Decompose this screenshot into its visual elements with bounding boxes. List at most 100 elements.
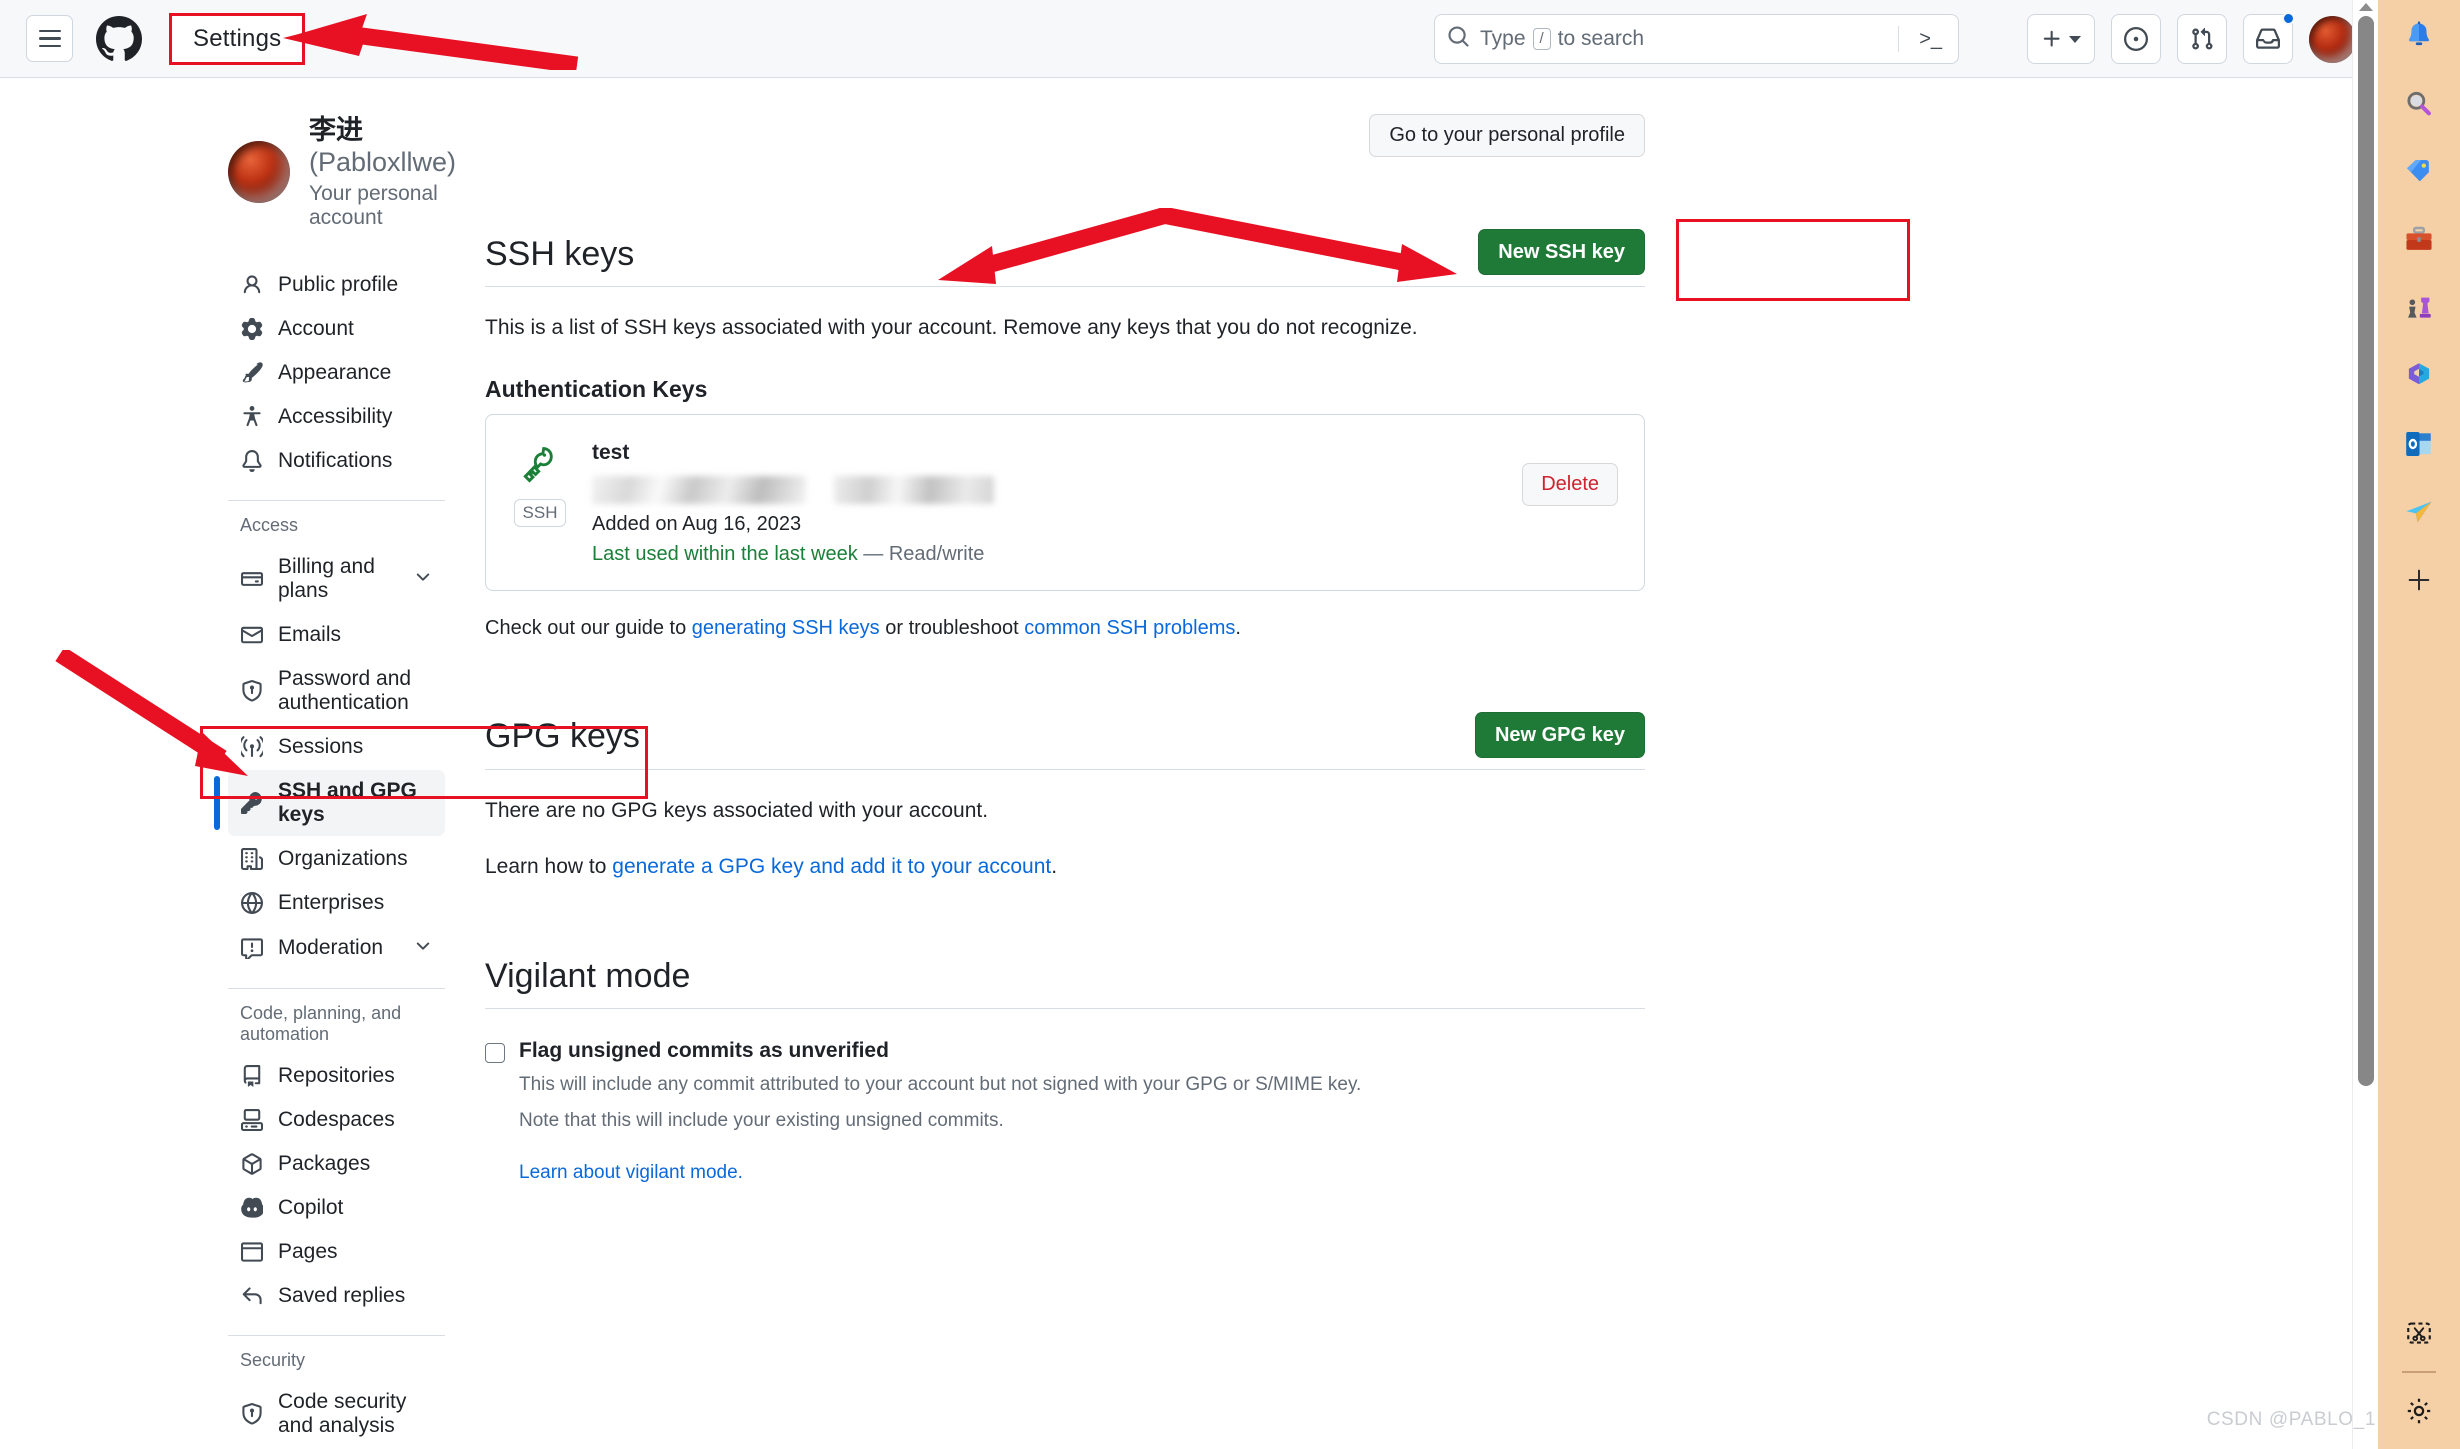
sidebar-item-label: Copilot [278, 1195, 344, 1219]
avatar[interactable] [2309, 15, 2356, 63]
issues-button[interactable] [2111, 14, 2161, 64]
delete-ssh-key-button[interactable]: Delete [1522, 462, 1618, 506]
pull-requests-button[interactable] [2177, 14, 2227, 64]
gpg-empty-text: There are no GPG keys associated with yo… [485, 798, 989, 822]
sidebar-item-codespaces[interactable]: Codespaces [228, 1099, 445, 1141]
key-icon [519, 443, 561, 490]
ssh-guide-line: Check out our guide to generating SSH ke… [485, 616, 1241, 639]
issues-icon [2124, 27, 2148, 51]
sidebar-item-ssh-and-gpg-keys[interactable]: SSH and GPG keys [214, 769, 445, 836]
sidebar-divider [228, 1334, 445, 1336]
bell-icon[interactable] [2397, 14, 2441, 58]
sidebar-item-notifications[interactable]: Notifications [228, 440, 445, 482]
sidebar-item-label: Organizations [278, 846, 408, 870]
profile-subtitle: Your personal account [309, 181, 438, 229]
gear-icon [240, 317, 264, 340]
sidebar-item-label: Password and authentication [278, 666, 412, 714]
profile-handle: (Pabloxllwe) [309, 147, 457, 178]
settings-gear-icon[interactable] [2397, 1389, 2441, 1433]
ssh-key-details: test Added on Aug 16, 2023 Last used wit… [592, 439, 1498, 566]
sidebar-item-code-security-and-analysis[interactable]: Code security and analysis [228, 1381, 445, 1447]
sidebar-group-access: Access [240, 514, 299, 535]
sidebar-item-pages[interactable]: Pages [228, 1231, 445, 1273]
search-input[interactable]: Type / to search >_ [1434, 14, 1959, 64]
chess-icon[interactable] [2397, 286, 2441, 330]
scrollbar-thumb[interactable] [2358, 16, 2374, 1086]
learn-about-vigilant-mode-link[interactable]: Learn about vigilant mode. [519, 1162, 743, 1183]
tag-icon[interactable] [2397, 150, 2441, 194]
sidebar-item-repositories[interactable]: Repositories [228, 1055, 445, 1097]
redacted-block [592, 475, 806, 504]
chevron-down-icon[interactable] [413, 566, 433, 592]
plus-icon [2043, 30, 2060, 47]
globe-icon [240, 891, 264, 914]
search-icon[interactable] [2397, 82, 2441, 126]
hamburger-menu-icon[interactable] [26, 15, 73, 62]
ssh-keys-title: SSH keys [485, 234, 635, 273]
sidebar-security-nav: Code security and analysis [228, 1381, 445, 1447]
flag-unsigned-commits-checkbox[interactable] [485, 1043, 505, 1063]
sidebar-item-label: Moderation [278, 935, 384, 959]
office-icon[interactable] [2397, 354, 2441, 398]
generating-ssh-keys-link[interactable]: generating SSH keys [692, 617, 880, 639]
scroll-up-arrow-icon[interactable] [2359, 3, 2373, 11]
sidebar-item-emails[interactable]: Emails [228, 614, 445, 656]
ssh-keys-description: This is a list of SSH keys associated wi… [485, 316, 1418, 339]
screenshot-scissors-icon[interactable] [2397, 1311, 2441, 1355]
chevron-down-icon [2069, 35, 2081, 43]
browser-icon [240, 1241, 264, 1263]
sidebar-item-label: Account [278, 316, 354, 340]
sidebar-item-accessibility[interactable]: Accessibility [228, 396, 445, 438]
inbox-button[interactable] [2243, 12, 2295, 64]
settings-breadcrumb[interactable]: Settings [169, 12, 306, 65]
gpg-keys-header: GPG keys New GPG key [485, 711, 1645, 770]
sidebar-code-nav: Repositories Codespaces Packages Copilot… [228, 1055, 445, 1317]
ssh-keys-header: SSH keys New SSH key [485, 229, 1645, 287]
sidebar-item-copilot[interactable]: Copilot [228, 1187, 445, 1229]
inbox-icon [2256, 28, 2280, 49]
sidebar-item-enterprises[interactable]: Enterprises [228, 882, 445, 924]
sidebar-item-packages[interactable]: Packages [228, 1143, 445, 1185]
sidebar-item-public-profile[interactable]: Public profile [228, 264, 445, 306]
sidebar-item-billing-and-plans[interactable]: Billing and plans [228, 546, 445, 612]
sidebar-item-label: Saved replies [278, 1283, 406, 1307]
outlook-icon[interactable] [2397, 422, 2441, 466]
create-new-button[interactable] [2027, 14, 2095, 64]
vigilant-mode-title: Vigilant mode [485, 956, 691, 995]
new-gpg-key-button[interactable]: New GPG key [1474, 711, 1645, 758]
github-logo-icon[interactable] [96, 15, 142, 62]
terminal-icon[interactable]: >_ [1909, 28, 1946, 51]
sidebar-item-moderation[interactable]: Moderation [228, 926, 445, 970]
common-ssh-problems-link[interactable]: common SSH problems [1024, 617, 1235, 639]
sidebar-item-account[interactable]: Account [228, 308, 445, 350]
package-icon [240, 1152, 264, 1175]
profile-avatar[interactable] [228, 140, 290, 203]
key-icon [240, 791, 264, 814]
sidebar-item-label: Sessions [278, 734, 364, 758]
sidebar-item-sessions[interactable]: Sessions [228, 726, 445, 768]
sidebar-item-label: Appearance [278, 360, 392, 384]
sidebar-item-organizations[interactable]: Organizations [228, 838, 445, 880]
search-slash-key: / [1532, 28, 1551, 50]
ssh-key-card: SSH test Added on Aug 16, 2023 Last used… [485, 413, 1645, 591]
sidebar-item-appearance[interactable]: Appearance [228, 352, 445, 394]
page-scrollbar[interactable] [2352, 0, 2378, 1449]
new-ssh-key-button[interactable]: New SSH key [1478, 229, 1645, 275]
reply-icon [240, 1285, 264, 1307]
send-icon[interactable] [2397, 490, 2441, 534]
organization-icon [240, 847, 264, 870]
go-to-personal-profile-button[interactable]: Go to your personal profile [1369, 114, 1645, 157]
sidebar-item-label: Packages [278, 1151, 371, 1175]
sidebar-item-saved-replies[interactable]: Saved replies [228, 1275, 445, 1317]
profile-button-row: Go to your personal profile [485, 114, 1645, 157]
sidebar-item-password-and-authentication[interactable]: Password and authentication [228, 658, 445, 724]
sidebar-item-label: Billing and plans [278, 554, 375, 602]
chevron-down-icon[interactable] [413, 935, 433, 961]
sidebar-item-label: Accessibility [278, 404, 393, 428]
report-icon [240, 937, 264, 959]
generate-gpg-key-link[interactable]: generate a GPG key and add it to your ac… [612, 855, 1051, 878]
toolbox-icon[interactable] [2397, 218, 2441, 262]
sidebar-primary-nav: Public profile Account Appearance Access… [228, 264, 445, 482]
broadcast-icon [240, 735, 264, 758]
plus-icon[interactable] [2397, 558, 2441, 602]
